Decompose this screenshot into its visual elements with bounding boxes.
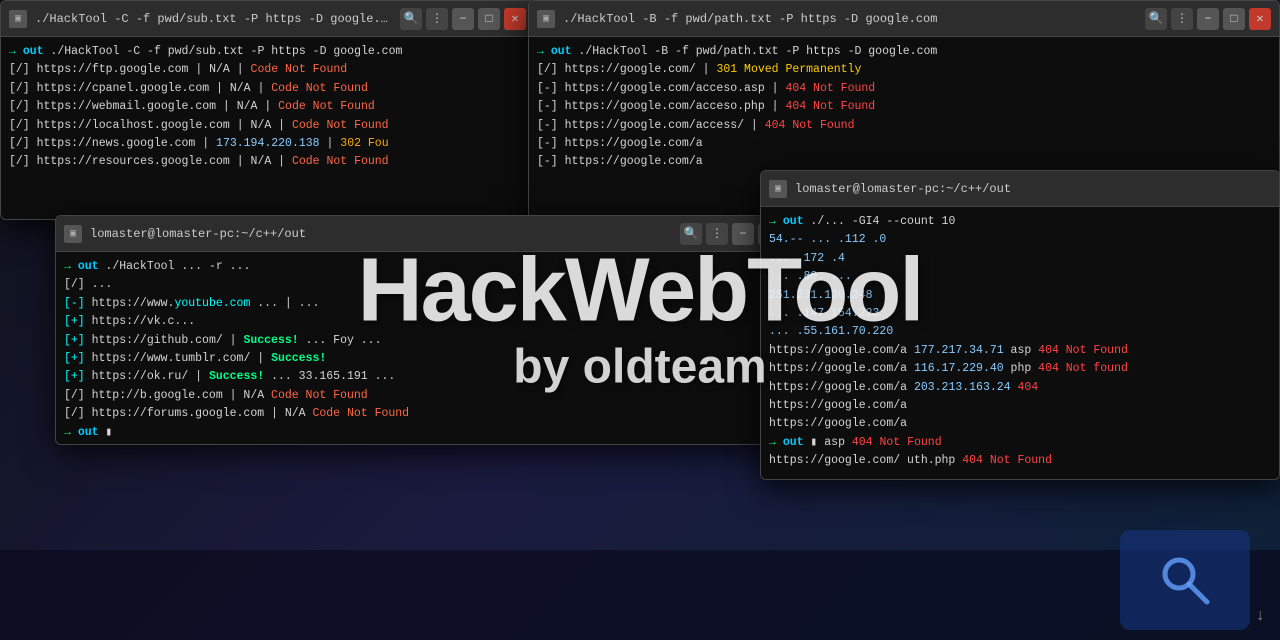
search-btn-1[interactable]: 🔍 xyxy=(400,8,422,30)
terminal-window-1: ▣ ./HackTool -C -f pwd/sub.txt -P https … xyxy=(0,0,535,220)
terminal-line: [-] https://google.com/access/ | 404 Not… xyxy=(537,117,1271,135)
titlebar-title-1: ./HackTool -C -f pwd/sub.txt -P https -D… xyxy=(35,12,392,26)
terminal-line: [-] https://google.com/acceso.php | 404 … xyxy=(537,98,1271,116)
terminal-line: [+] https://vk.c... xyxy=(64,313,806,331)
terminal-line: https://google.com/ uth.php 404 Not Foun… xyxy=(769,452,1271,470)
terminal-line: https://google.com/a xyxy=(769,415,1271,433)
terminal-line: https://google.com/a xyxy=(769,397,1271,415)
terminal-line: [-] https://www.youtube.com ... | ... xyxy=(64,295,806,313)
terminal-body-3: → out ./HackTool ... -r ... [/] ... [-] … xyxy=(56,252,814,444)
terminal-line: → out ▮ asp 404 Not Found xyxy=(769,434,1271,452)
titlebar-title-4: lomaster@lomaster-pc:~/c++/out xyxy=(795,182,1271,196)
search-icon-large xyxy=(1155,550,1215,610)
scroll-down-arrow[interactable]: ↓ xyxy=(1255,607,1265,625)
terminal-line: [/] https://cpanel.google.com | N/A | Co… xyxy=(9,80,526,98)
taskbar xyxy=(0,550,1280,640)
titlebar-1[interactable]: ▣ ./HackTool -C -f pwd/sub.txt -P https … xyxy=(1,1,534,37)
terminal-line: [/] https://news.google.com | 173.194.22… xyxy=(9,135,526,153)
terminal-line: [/] https://localhost.google.com | N/A |… xyxy=(9,117,526,135)
terminal-line: https://google.com/a 203.213.163.24 404 xyxy=(769,379,1271,397)
terminal-line: ... .147.154.223 xyxy=(769,305,1271,323)
terminal-line: [/] https://ftp.google.com | N/A | Code … xyxy=(9,61,526,79)
terminal-window-4: ▣ lomaster@lomaster-pc:~/c++/out → out .… xyxy=(760,170,1280,480)
titlebar-title-3: lomaster@lomaster-pc:~/c++/out xyxy=(90,227,672,241)
titlebar-buttons-1: 🔍 ⋮ − □ ✕ xyxy=(400,8,526,30)
menu-btn-2[interactable]: ⋮ xyxy=(1171,8,1193,30)
terminal-line: 251.231.130.248 xyxy=(769,287,1271,305)
minimize-btn-3[interactable]: − xyxy=(732,223,754,245)
terminal-line: → out ./HackTool -B -f pwd/path.txt -P h… xyxy=(537,43,1271,61)
terminal-line: [/] http://b.google.com | N/A Code Not F… xyxy=(64,387,806,405)
terminal-line: [-] https://google.com/a xyxy=(537,153,1271,171)
titlebar-title-2: ./HackTool -B -f pwd/path.txt -P https -… xyxy=(563,12,1137,26)
menu-btn-1[interactable]: ⋮ xyxy=(426,8,448,30)
terminal-line: [/] https://resources.google.com | N/A |… xyxy=(9,153,526,171)
terminal-line: ... .80. ... xyxy=(769,268,1271,286)
terminal-line: → out ./... -GI4 --count 10 xyxy=(769,213,1271,231)
terminal-line: [/] https://forums.google.com | N/A Code… xyxy=(64,405,806,423)
menu-btn-3[interactable]: ⋮ xyxy=(706,223,728,245)
maximize-btn-1[interactable]: □ xyxy=(478,8,500,30)
terminal-line: [-] https://google.com/a xyxy=(537,135,1271,153)
terminal-line: → out ./HackTool -C -f pwd/sub.txt -P ht… xyxy=(9,43,526,61)
titlebar-3[interactable]: ▣ lomaster@lomaster-pc:~/c++/out 🔍 ⋮ − □… xyxy=(56,216,814,252)
terminal-icon-4: ▣ xyxy=(769,180,787,198)
terminal-line: ... .172 .4 xyxy=(769,250,1271,268)
terminal-line: https://google.com/a 177.217.34.71 asp 4… xyxy=(769,342,1271,360)
terminal-body-1: → out ./HackTool -C -f pwd/sub.txt -P ht… xyxy=(1,37,534,219)
minimize-btn-1[interactable]: − xyxy=(452,8,474,30)
terminal-line: [/] https://webmail.google.com | N/A | C… xyxy=(9,98,526,116)
titlebar-4[interactable]: ▣ lomaster@lomaster-pc:~/c++/out xyxy=(761,171,1279,207)
titlebar-buttons-2: 🔍 ⋮ − □ ✕ xyxy=(1145,8,1271,30)
terminal-line: [/] https://google.com/ | 301 Moved Perm… xyxy=(537,61,1271,79)
terminal-line: [-] https://google.com/acceso.asp | 404 … xyxy=(537,80,1271,98)
terminal-line: [+] https://ok.ru/ | Success! ... 33.165… xyxy=(64,368,806,386)
terminal-icon-2: ▣ xyxy=(537,10,555,28)
terminal-line: 54.-- ... .112 .0 xyxy=(769,231,1271,249)
terminal-line: ... .55.161.70.220 xyxy=(769,323,1271,341)
terminal-line: [+] https://www.tumblr.com/ | Success! xyxy=(64,350,806,368)
titlebar-2[interactable]: ▣ ./HackTool -B -f pwd/path.txt -P https… xyxy=(529,1,1279,37)
terminal-line: [+] https://github.com/ | Success! ... F… xyxy=(64,332,806,350)
terminal-line: https://google.com/a 116.17.229.40 php 4… xyxy=(769,360,1271,378)
terminal-icon-3: ▣ xyxy=(64,225,82,243)
search-btn-2[interactable]: 🔍 xyxy=(1145,8,1167,30)
terminal-body-4: → out ./... -GI4 --count 10 54.-- ... .1… xyxy=(761,207,1279,479)
close-btn-2[interactable]: ✕ xyxy=(1249,8,1271,30)
minimize-btn-2[interactable]: − xyxy=(1197,8,1219,30)
close-btn-1[interactable]: ✕ xyxy=(504,8,526,30)
terminal-line: → out ▮ xyxy=(64,424,806,442)
search-btn-3[interactable]: 🔍 xyxy=(680,223,702,245)
terminal-line: → out ./HackTool ... -r ... xyxy=(64,258,806,276)
terminal-icon-1: ▣ xyxy=(9,10,27,28)
terminal-line: [/] ... xyxy=(64,276,806,294)
desktop: ▣ ./HackTool -C -f pwd/sub.txt -P https … xyxy=(0,0,1280,640)
maximize-btn-2[interactable]: □ xyxy=(1223,8,1245,30)
terminal-window-3: ▣ lomaster@lomaster-pc:~/c++/out 🔍 ⋮ − □… xyxy=(55,215,815,445)
search-widget[interactable] xyxy=(1120,530,1250,630)
